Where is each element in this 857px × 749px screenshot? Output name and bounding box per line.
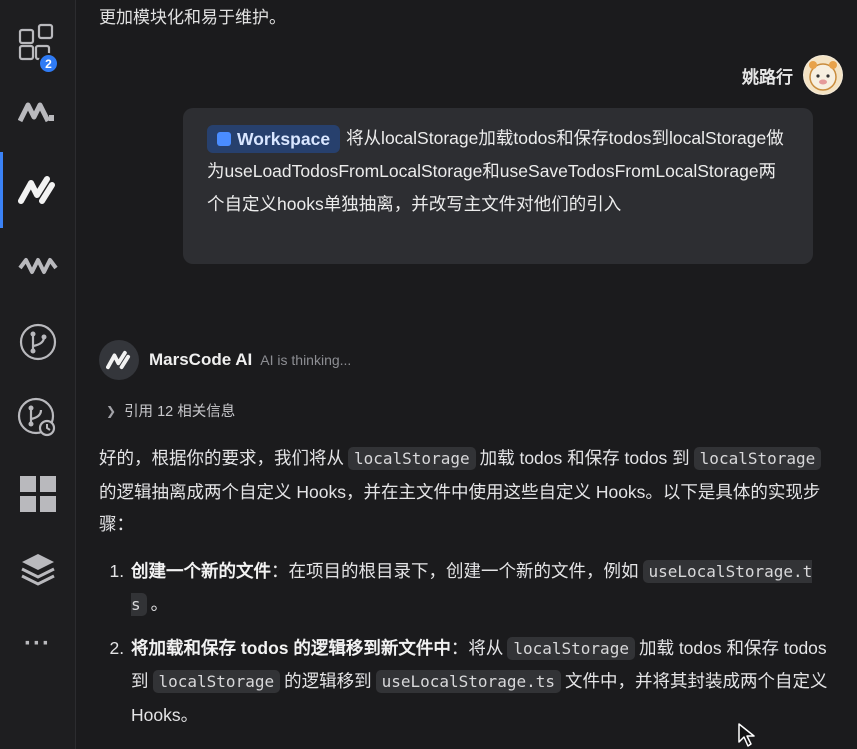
user-header: 姚路行	[742, 55, 843, 95]
wave-icon	[17, 254, 58, 278]
steps-list: 创建一个新的文件：在项目的根目录下，创建一个新的文件，例如 useLocalSto…	[99, 555, 839, 732]
database-icon	[217, 132, 231, 147]
inline-code: localStorage	[152, 670, 281, 693]
layers-icon	[18, 550, 58, 590]
list-item: 将加载和保存 todos 的逻辑移到新文件中：将从localStorage加载 …	[129, 632, 839, 732]
ai-header: MarsCode AI AI is thinking...	[99, 340, 351, 380]
user-name: 姚路行	[742, 67, 793, 87]
source-control-button[interactable]	[0, 312, 75, 372]
mouse-cursor-icon	[738, 723, 755, 747]
step-title: 将加载和保存 todos 的逻辑移到新文件中	[131, 637, 451, 658]
marscode-ai-logo-icon	[99, 340, 139, 380]
step-text: ：将从	[450, 637, 504, 658]
git-graph-button[interactable]	[0, 388, 75, 448]
answer-intro: 好的，根据你的要求，我们将从 localStorage 加载 todos 和保存 t…	[99, 442, 839, 541]
extensions-button[interactable]: 2	[0, 12, 75, 74]
ai-status: AI is thinking...	[260, 352, 352, 368]
inline-code: localStorage	[507, 636, 635, 660]
more-icon: ···	[24, 630, 51, 657]
inline-code: localStorage	[348, 447, 476, 470]
step-text: 。	[150, 594, 169, 614]
extensions-badge: 2	[38, 53, 59, 74]
marscode-button[interactable]	[0, 160, 75, 220]
source-control-icon	[18, 322, 58, 362]
references-label: 引用 12 相关信息	[124, 404, 236, 420]
git-graph-icon	[17, 397, 59, 439]
ai-answer: 好的，根据你的要求，我们将从 localStorage 加载 todos 和保存 t…	[99, 442, 839, 741]
wave-button[interactable]	[0, 236, 75, 296]
chevron-right-icon: ❯	[106, 403, 117, 418]
grid-button[interactable]	[0, 464, 75, 524]
references-toggle[interactable]: ❯ 引用 12 相关信息	[106, 400, 235, 421]
workspace-chip-label: Workspace	[237, 129, 331, 150]
activity-bar: 2 ···	[0, 0, 76, 749]
workspace-chip[interactable]: Workspace	[207, 125, 341, 154]
user-message-bubble: Workspace 将从localStorage加载todos和保存todos到…	[183, 108, 813, 264]
intro-text: 好的，根据你的要求，我们将从	[99, 448, 344, 468]
intro-text: 的逻辑抽离成两个自定义 Hooks，并在主文件中使用这些自定义 Hooks。以下…	[99, 481, 821, 535]
step-title: 创建一个新的文件	[131, 560, 271, 581]
inline-code: localStorage	[693, 447, 822, 470]
chat-panel: 更加模块化和易于维护。 姚路行 Workspace 将从localStorage…	[76, 0, 857, 749]
marscode-alt-button[interactable]	[0, 82, 75, 142]
marscode-icon	[17, 175, 58, 205]
ai-name: MarsCode AI	[149, 350, 253, 369]
list-item: 创建一个新的文件：在项目的根目录下，创建一个新的文件，例如useLocalSto…	[129, 555, 839, 622]
marscode-alt-icon	[17, 97, 58, 127]
layers-button[interactable]	[0, 540, 75, 600]
step-text: 的逻辑移到	[284, 671, 372, 691]
inline-code: useLocalStorage.ts	[375, 670, 561, 693]
previous-message-tail: 更加模块化和易于维护。	[99, 8, 286, 27]
more-button[interactable]: ···	[0, 614, 75, 674]
step-text: ：在项目的根目录下，创建一个新的文件，例如	[271, 560, 639, 581]
grid-icon	[18, 474, 58, 514]
avatar	[803, 55, 843, 95]
intro-text: 加载 todos 和保存 todos 到	[479, 448, 690, 468]
